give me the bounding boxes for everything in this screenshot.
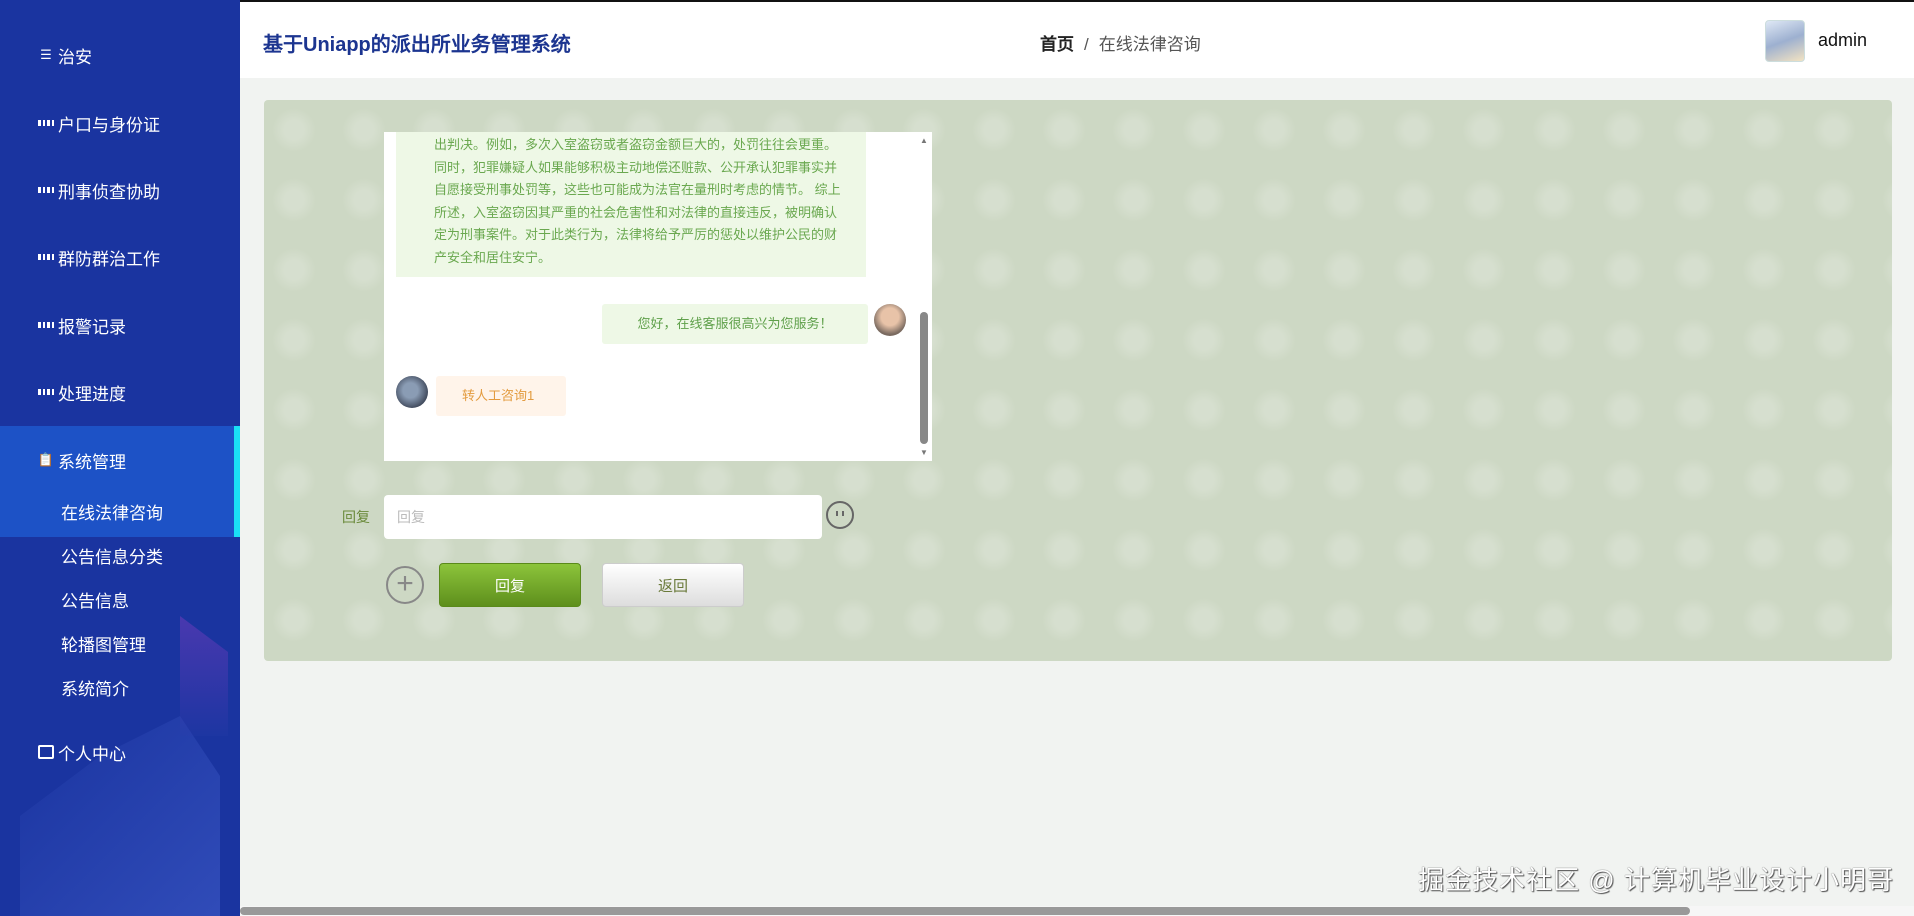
sidebar-subitem-notice-category[interactable]: 公告信息分类: [61, 543, 163, 573]
sidebar-subitem-system-intro[interactable]: 系统简介: [61, 675, 129, 705]
label: 户口与身份证: [58, 111, 160, 136]
reply-label: 回复: [342, 507, 370, 527]
app-title: 基于Uniapp的派出所业务管理系统: [263, 28, 571, 57]
content-panel: 出判决。例如，多次入室盗窃或者盗窃金额巨大的，处罚往往会更重。同时，犯罪嫌疑人如…: [264, 100, 1892, 661]
clipboard-icon: 📋: [38, 453, 54, 467]
service-avatar: [874, 304, 906, 336]
scroll-down-arrow-icon[interactable]: ▼: [920, 448, 928, 457]
chat-message-service: 出判决。例如，多次入室盗窃或者盗窃金额巨大的，处罚往往会更重。同时，犯罪嫌疑人如…: [396, 132, 866, 277]
label: 报警记录: [58, 313, 126, 338]
chat-message-user: 转人工咨询1: [436, 376, 566, 416]
sidebar-item-public-security[interactable]: ☰ 治安: [0, 35, 240, 75]
sidebar-item-household[interactable]: 户口与身份证: [0, 103, 240, 143]
breadcrumb-separator: /: [1084, 35, 1089, 54]
username[interactable]: admin: [1818, 30, 1867, 51]
user-avatar: [396, 376, 428, 408]
sidebar-item-criminal[interactable]: 刑事侦查协助: [0, 170, 240, 210]
reply-button[interactable]: 回复: [439, 563, 581, 607]
scroll-up-arrow-icon[interactable]: ▲: [920, 136, 928, 145]
breadcrumb: 首页 / 在线法律咨询: [1040, 30, 1201, 55]
card-icon: [38, 745, 54, 759]
grid-icon: [38, 250, 54, 264]
chat-window: 出判决。例如，多次入室盗窃或者盗窃金额巨大的，处罚往往会更重。同时，犯罪嫌疑人如…: [384, 132, 932, 461]
horizontal-scrollbar[interactable]: [240, 906, 1914, 916]
avatar[interactable]: [1765, 20, 1805, 62]
back-button[interactable]: 返回: [602, 563, 744, 607]
sidebar-subitem-carousel[interactable]: 轮播图管理: [61, 631, 146, 661]
watermark: 掘金技术社区 @ 计算机毕业设计小明哥: [1418, 860, 1894, 897]
reply-input[interactable]: [384, 495, 822, 539]
label: 处理进度: [58, 380, 126, 405]
breadcrumb-home[interactable]: 首页: [1040, 35, 1074, 54]
label: 治安: [58, 43, 92, 68]
sidebar-decoration: [180, 616, 228, 736]
sidebar-item-community[interactable]: 群防群治工作: [0, 237, 240, 277]
scrollbar-thumb[interactable]: [240, 907, 1690, 915]
header: 基于Uniapp的派出所业务管理系统 首页 / 在线法律咨询 admin: [240, 0, 1914, 78]
scrollbar-thumb[interactable]: [920, 312, 928, 444]
chat-message-service: 您好，在线客服很高兴为您服务！: [602, 304, 868, 344]
grid-icon: [38, 116, 54, 130]
sidebar-item-system-management[interactable]: 📋 系统管理: [0, 440, 240, 480]
sidebar-item-progress[interactable]: 处理进度: [0, 372, 240, 412]
sidebar-subitem-legal-consult[interactable]: 在线法律咨询: [61, 499, 163, 529]
list-icon: ☰: [38, 48, 54, 62]
label: 系统管理: [58, 448, 126, 473]
grid-icon: [38, 385, 54, 399]
emoji-icon[interactable]: [826, 501, 854, 529]
label: 群防群治工作: [58, 245, 160, 270]
sidebar-subitem-notice[interactable]: 公告信息: [61, 587, 129, 617]
chat-scrollbar[interactable]: ▲ ▼: [918, 134, 930, 459]
plus-icon[interactable]: +: [386, 566, 424, 604]
sidebar: ☰ 治安 户口与身份证 刑事侦查协助 群防群治工作 报警记录 处理进度 📋 系统管理…: [0, 0, 240, 916]
sidebar-item-personal-center[interactable]: 个人中心: [0, 732, 240, 772]
sidebar-item-alarm-records[interactable]: 报警记录: [0, 305, 240, 345]
label: 个人中心: [58, 740, 126, 765]
grid-icon: [38, 318, 54, 332]
label: 刑事侦查协助: [58, 178, 160, 203]
grid-icon: [38, 183, 54, 197]
breadcrumb-current: 在线法律咨询: [1099, 35, 1201, 54]
